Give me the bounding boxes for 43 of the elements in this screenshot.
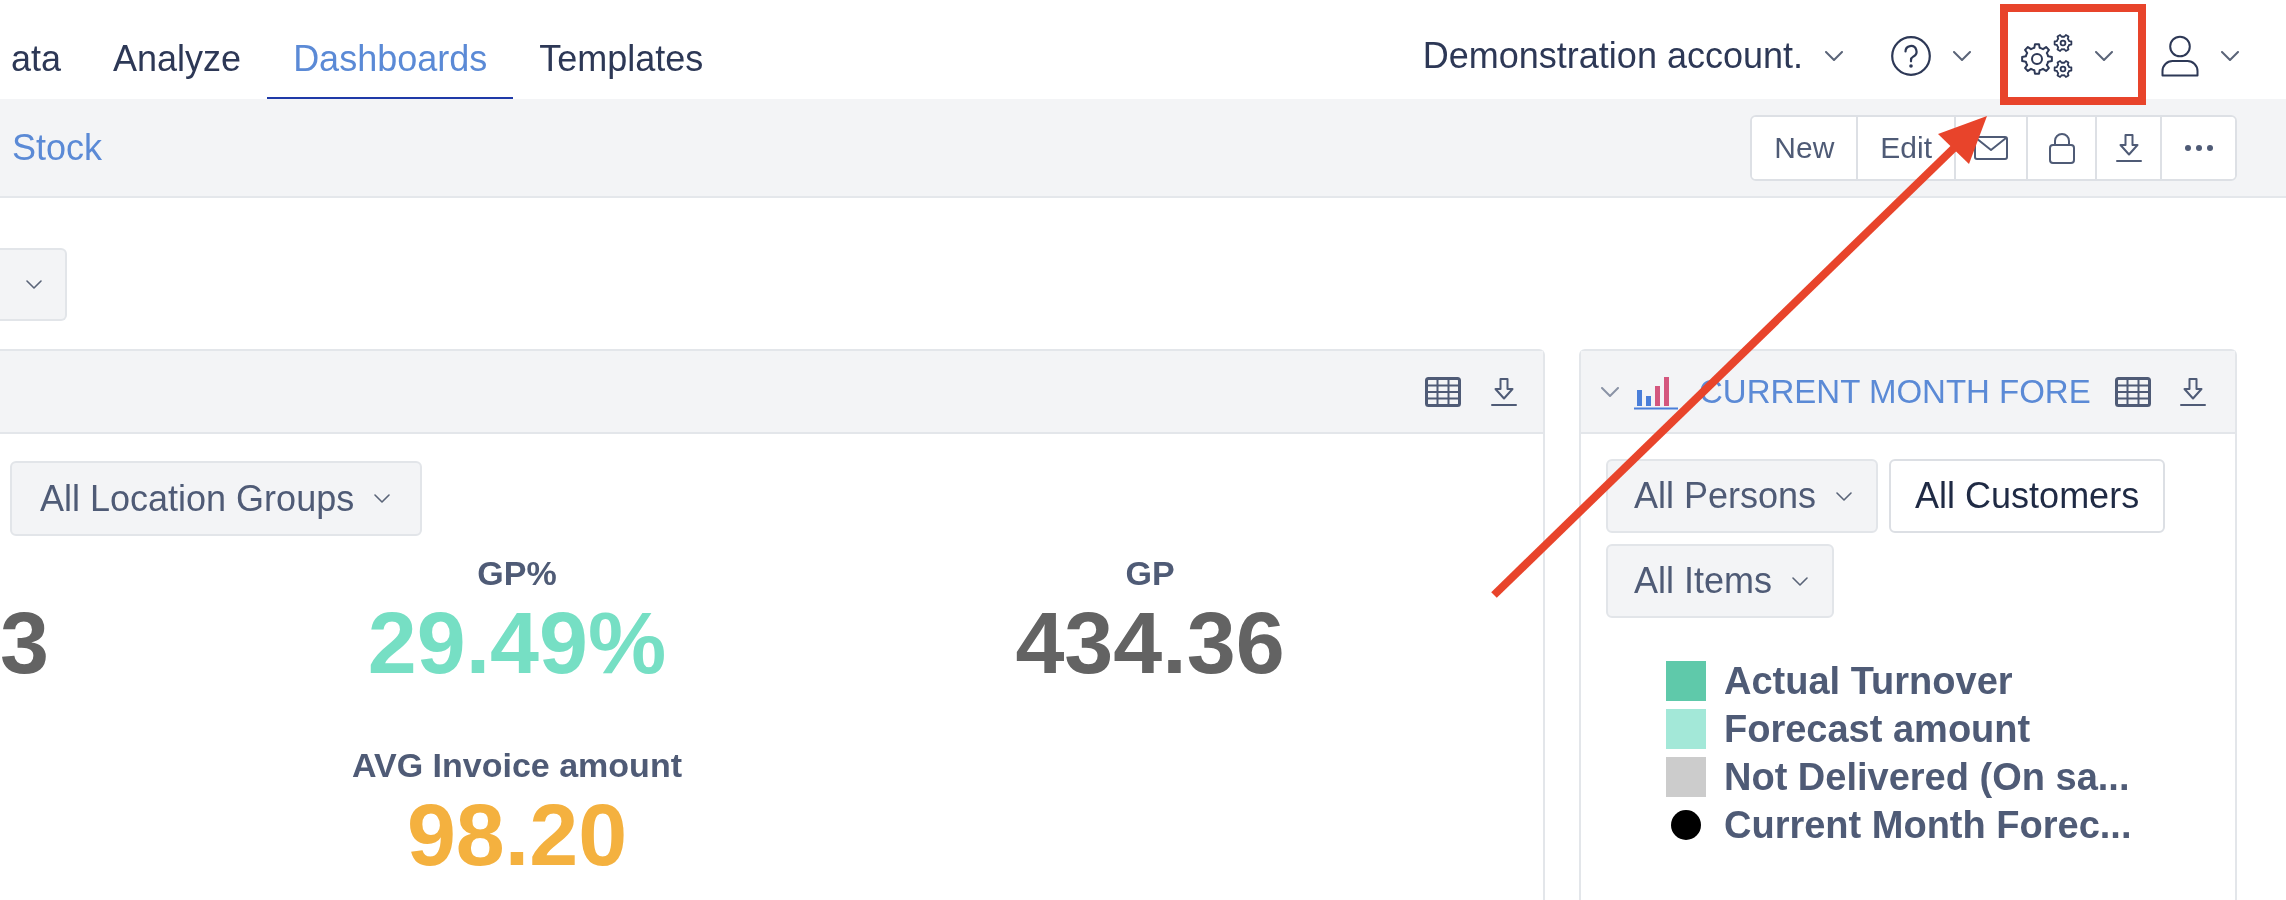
chevron-icon (1792, 576, 1809, 586)
settings-menu-button[interactable] (2019, 32, 2113, 79)
filter-dropdown[interactable]: All Location Groups (10, 461, 423, 536)
legend-label: Actual Turnover (1724, 659, 2013, 703)
kpi-label: AVG Invoice amount (352, 745, 682, 785)
table-icon[interactable] (2115, 376, 2151, 407)
legend-label: Not Delivered (On sa... (1724, 755, 2130, 799)
gears-icon (2019, 32, 2073, 79)
chevron-icon (1825, 50, 1843, 61)
user-menu-button[interactable] (2161, 34, 2239, 77)
toolbar-button[interactable]: New (1752, 116, 1859, 179)
nav-tab[interactable]: ata (0, 0, 88, 99)
kpi-value: 98.20 (406, 785, 628, 885)
nav-tab[interactable]: Templates (513, 0, 730, 99)
kpi-value: 3 (0, 593, 49, 693)
chevron-icon (1953, 50, 1971, 61)
help-icon (1891, 35, 1931, 76)
filter-dropdown[interactable]: All Persons (1606, 459, 1879, 533)
filter-button[interactable]: All Customers (1889, 459, 2166, 533)
user-icon (2161, 34, 2199, 77)
download-icon[interactable] (1491, 376, 1517, 407)
filter-dropdown[interactable]: All Items (1606, 544, 1835, 618)
chevron-icon (1836, 491, 1853, 501)
table-icon[interactable] (1425, 376, 1461, 407)
nav-tab[interactable]: Analyze (87, 0, 268, 99)
chevron-icon (374, 494, 391, 503)
help-menu-button[interactable] (1891, 35, 1971, 76)
chevron-icon[interactable] (1601, 386, 1619, 397)
kpi-label: GP (1125, 553, 1175, 593)
kpi-value: 29.49% (367, 593, 667, 693)
mail-icon (1974, 135, 2008, 160)
kpi-value: 434.36 (1015, 593, 1285, 693)
chevron-icon (2221, 50, 2239, 61)
more-icon (2184, 144, 2213, 151)
kpi-label: GP% (477, 553, 557, 593)
account-menu[interactable]: Demonstration account. (1422, 34, 1843, 77)
download-icon[interactable] (2180, 376, 2206, 407)
legend-label: Forecast amount (1724, 707, 2031, 751)
chevron-icon (2095, 50, 2113, 61)
legend-label: Current Month Forec... (1724, 803, 2132, 847)
download-icon (2115, 132, 2142, 163)
lock-icon (2048, 131, 2075, 164)
chevron-icon (26, 280, 42, 289)
